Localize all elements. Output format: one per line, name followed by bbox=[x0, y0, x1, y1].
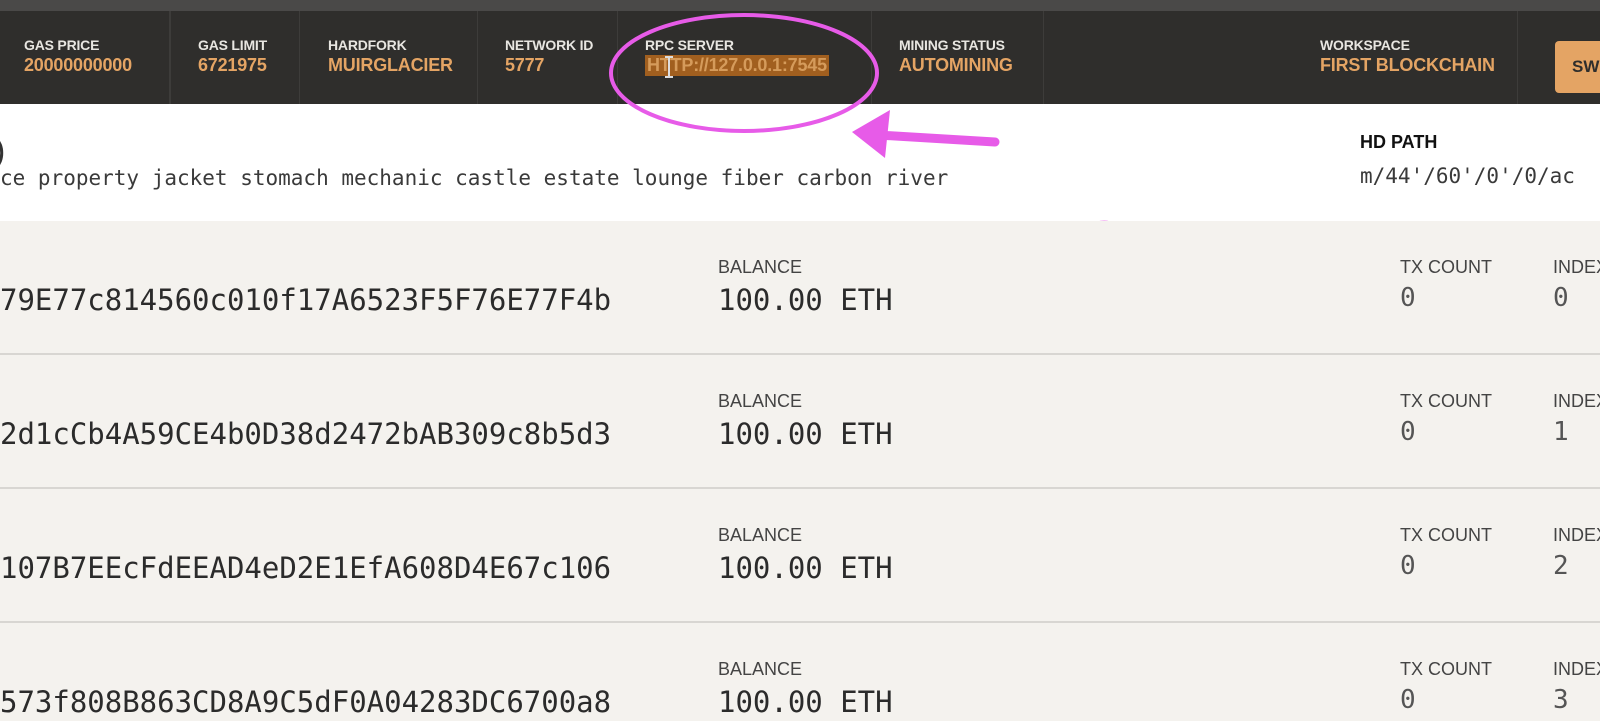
stat-rpc-server[interactable]: RPC SERVER HTTP://127.0.0.1:7545 bbox=[618, 11, 872, 104]
hd-path-value: m/44'/60'/0'/0/ac bbox=[1360, 164, 1575, 188]
account-address: 79E77c814560c010f17A6523F5F76E77F4b bbox=[0, 283, 612, 317]
account-address: 573f808B863CD8A9C5dF0A04283DC6700a8 bbox=[0, 685, 612, 719]
stat-workspace: WORKSPACE FIRST BLOCKCHAIN bbox=[1044, 11, 1518, 104]
tx-count-value: 0 bbox=[1400, 283, 1416, 313]
stat-mining-status: MINING STATUS AUTOMINING bbox=[872, 11, 1044, 104]
network-id-label: NETWORK ID bbox=[505, 37, 594, 53]
gas-limit-label: GAS LIMIT bbox=[198, 37, 267, 53]
balance-label: BALANCE bbox=[718, 525, 803, 545]
stat-gas-price: GAS PRICE 20000000000 bbox=[24, 11, 170, 104]
tx-count-label: TX COUNT bbox=[1400, 391, 1492, 411]
index-value: 2 bbox=[1553, 551, 1569, 581]
balance-value: 100.00 ETH bbox=[718, 685, 893, 719]
tx-count-label: TX COUNT bbox=[1400, 257, 1492, 277]
workspace-label: WORKSPACE bbox=[1320, 37, 1410, 53]
balance-label: BALANCE bbox=[718, 257, 803, 277]
rpc-server-label: RPC SERVER bbox=[645, 37, 734, 53]
index-value: 0 bbox=[1553, 283, 1569, 313]
stat-network-id: NETWORK ID 5777 bbox=[478, 11, 618, 104]
tx-count-value: 0 bbox=[1400, 417, 1416, 447]
balance-value: 100.00 ETH bbox=[718, 551, 893, 585]
text-cursor-icon bbox=[665, 56, 673, 78]
balance-label: BALANCE bbox=[718, 391, 803, 411]
tx-count-label: TX COUNT bbox=[1400, 659, 1492, 679]
index-value: 3 bbox=[1553, 685, 1569, 715]
account-address: 2d1cCb4A59CE4b0D38d2472bAB309c8b5d3 bbox=[0, 417, 612, 451]
account-row[interactable]: 79E77c814560c010f17A6523F5F76E77F4b BALA… bbox=[0, 221, 1600, 355]
window-top-strip bbox=[0, 0, 1600, 11]
index-label: INDEX bbox=[1553, 391, 1600, 411]
hardfork-label: HARDFORK bbox=[328, 37, 407, 53]
status-bar: GAS PRICE 20000000000 GAS LIMIT 6721975 … bbox=[0, 11, 1600, 104]
balance-value: 100.00 ETH bbox=[718, 283, 893, 317]
account-address: 107B7EEcFdEEAD4eD2E1EfA608D4E67c106 bbox=[0, 551, 612, 585]
accounts-list: 79E77c814560c010f17A6523F5F76E77F4b BALA… bbox=[0, 221, 1600, 721]
account-row[interactable]: 2d1cCb4A59CE4b0D38d2472bAB309c8b5d3 BALA… bbox=[0, 355, 1600, 489]
network-id-value: 5777 bbox=[505, 55, 545, 75]
index-label: INDEX bbox=[1553, 659, 1600, 679]
balance-label: BALANCE bbox=[718, 659, 803, 679]
tx-count-value: 0 bbox=[1400, 685, 1416, 715]
account-row[interactable]: 107B7EEcFdEEAD4eD2E1EfA608D4E67c106 BALA… bbox=[0, 489, 1600, 623]
gas-price-value: 20000000000 bbox=[24, 55, 132, 75]
hardfork-value: MUIRGLACIER bbox=[328, 55, 453, 75]
mining-status-value: AUTOMINING bbox=[899, 55, 1013, 75]
index-value: 1 bbox=[1553, 417, 1569, 447]
tx-count-value: 0 bbox=[1400, 551, 1416, 581]
stat-hardfork: HARDFORK MUIRGLACIER bbox=[300, 11, 478, 104]
index-label: INDEX bbox=[1553, 525, 1600, 545]
mnemonic-words: ce property jacket stomach mechanic cast… bbox=[0, 166, 949, 190]
balance-value: 100.00 ETH bbox=[718, 417, 893, 451]
hd-path-label: HD PATH bbox=[1360, 132, 1438, 152]
gas-limit-value: 6721975 bbox=[198, 55, 267, 75]
stat-gas-limit: GAS LIMIT 6721975 bbox=[170, 11, 300, 104]
account-row[interactable]: 573f808B863CD8A9C5dF0A04283DC6700a8 BALA… bbox=[0, 623, 1600, 721]
tx-count-label: TX COUNT bbox=[1400, 525, 1492, 545]
workspace-value: FIRST BLOCKCHAIN bbox=[1320, 55, 1495, 75]
switch-workspace-button[interactable]: SW bbox=[1555, 41, 1600, 93]
gas-price-label: GAS PRICE bbox=[24, 37, 100, 53]
mnemonic-panel: ) ce property jacket stomach mechanic ca… bbox=[0, 104, 1600, 269]
rpc-server-value[interactable]: HTTP://127.0.0.1:7545 bbox=[645, 55, 829, 76]
index-label: INDEX bbox=[1553, 257, 1600, 277]
mining-status-label: MINING STATUS bbox=[899, 37, 1005, 53]
